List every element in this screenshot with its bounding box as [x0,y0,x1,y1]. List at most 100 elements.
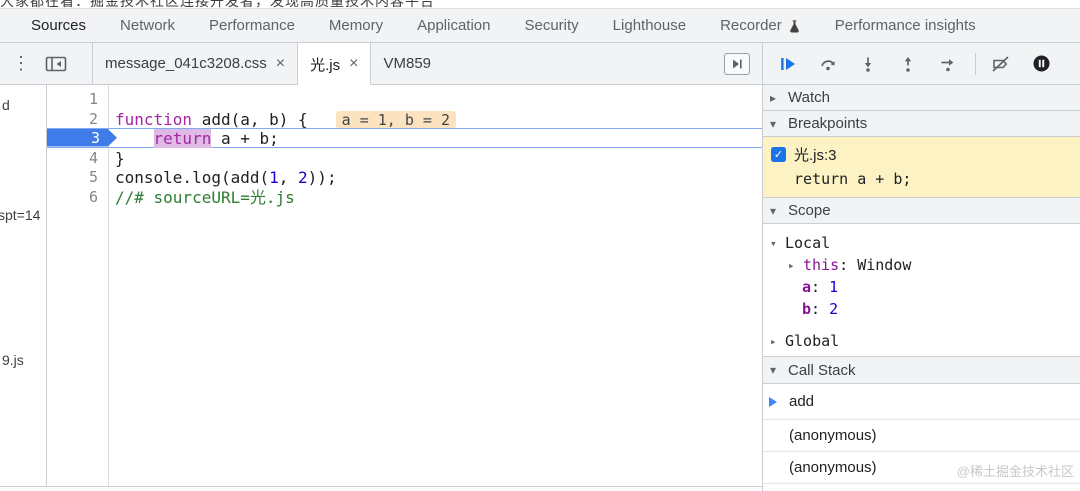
editor-bottom-border [0,486,762,487]
step-over-button[interactable] [819,55,837,73]
callstack-frame-anonymous-1[interactable]: (anonymous) [763,420,1080,452]
scope-global-row[interactable]: ▸ Global [763,330,1080,352]
flask-icon [788,19,801,33]
code-token: )); [308,168,337,187]
code-line-1[interactable]: 1 [47,90,762,110]
property-separator: : [839,256,857,274]
editor-tab-js-file[interactable]: 光.js × [297,43,371,85]
devtools-panel-tabbar: Sources Network Performance Memory Appli… [0,8,1080,43]
number-token: 1 [269,168,279,187]
step-into-button[interactable] [859,55,877,73]
tab-application-label: Application [417,17,490,34]
editor-tab-css-file[interactable]: message_041c3208.css × [92,43,297,84]
close-icon[interactable]: × [349,56,358,72]
more-tabs-button[interactable] [724,53,750,75]
scope-tree: ▾ Local ▸ this: Window a: 1 b: 2 ▸ Globa… [763,224,1080,356]
keyword-token: function [115,110,192,129]
line-number[interactable]: 4 [47,149,108,169]
clipped-page-text-content: 大家都在看：掘金技术社区连接开发者，发现高质量技术内容平台 [0,0,435,8]
code-text [108,90,762,110]
scope-this-row[interactable]: ▸ this: Window [763,254,1080,276]
property-key: this [803,256,839,274]
number-token: 2 [298,168,308,187]
line-number[interactable]: 5 [47,168,108,188]
tab-recorder[interactable]: Recorder [703,9,818,42]
frame-name: (anonymous) [789,427,877,444]
chevron-down-icon: ▾ [770,237,785,250]
execution-line[interactable]: 3 return a + b; [47,128,762,148]
resume-icon [779,55,797,73]
pause-on-exceptions-icon [1032,54,1051,73]
scope-section-header[interactable]: ▾ Scope [763,197,1080,224]
editor-tab-vm-label: VM859 [383,55,431,72]
property-value: 2 [829,300,838,318]
execution-line-gutter[interactable]: 3 [47,129,117,147]
scope-local-row[interactable]: ▾ Local [763,232,1080,254]
pause-on-exceptions-button[interactable] [1032,55,1050,73]
code-line-5[interactable]: 5 console.log(add(1, 2)); [47,168,762,188]
tab-performance[interactable]: Performance [192,9,312,42]
editor-tabstrip: ⋮ message_041c3208.css × 光.js × VM859 [0,43,762,85]
callstack-frame-add[interactable]: add [763,384,1080,420]
code-token: add(a, b) { [192,110,308,129]
scope-section-label: Scope [788,202,831,219]
tab-performance-insights[interactable]: Performance insights [818,9,993,42]
callstack-section-header[interactable]: ▾ Call Stack [763,356,1080,384]
tab-performance-insights-label: Performance insights [835,17,976,34]
scope-a-row: a: 1 [763,276,1080,298]
code-line-6[interactable]: 6 //# sourceURL=光.js [47,188,762,208]
code-text: function add(a, b) {a = 1, b = 2 [108,110,762,130]
tab-network[interactable]: Network [103,9,192,42]
tab-lighthouse[interactable]: Lighthouse [596,9,703,42]
debugger-toolbar [763,43,1080,85]
chevron-right-icon: ▸ [770,335,785,348]
line-number[interactable]: 2 [47,110,108,130]
tab-security[interactable]: Security [507,9,595,42]
editor-tab-css-label: message_041c3208.css [105,55,267,72]
navigator-toggle-button[interactable] [36,43,76,84]
code-token: console.log(add( [115,168,269,187]
resume-button[interactable] [779,55,797,73]
breakpoint-checkbox[interactable]: ✓ [771,147,786,162]
chevron-right-icon: ▸ [770,91,781,105]
code-line-4[interactable]: 4 } [47,149,762,169]
navigator-item[interactable]: spt=14 [0,207,40,223]
frame-name: (anonymous) [789,459,877,476]
breakpoint-entry-row: ✓ 光.js:3 [771,144,1080,164]
scope-local-label: Local [785,234,830,252]
tab-memory-label: Memory [329,17,383,34]
debugger-sidebar: ▸ Watch ▾ Breakpoints ✓ 光.js:3 return a … [763,85,1080,491]
file-navigator-clipped: d spt=14 9.js [0,85,47,486]
tab-memory[interactable]: Memory [312,9,400,42]
breakpoints-section-header[interactable]: ▾ Breakpoints [763,111,1080,137]
code-line-2[interactable]: 2 function add(a, b) {a = 1, b = 2 [47,110,762,130]
more-options-button[interactable]: ⋮ [6,43,36,84]
breakpoint-entry[interactable]: ✓ 光.js:3 return a + b; [763,137,1080,197]
step-button[interactable] [939,55,957,73]
toolbar-divider [975,53,976,75]
step-over-icon [819,55,837,73]
deactivate-breakpoints-button[interactable] [992,55,1010,73]
line-number[interactable]: 1 [47,90,108,110]
line-number[interactable]: 6 [47,188,108,208]
step-out-icon [899,55,917,73]
callstack-frame-anonymous-2[interactable]: (anonymous) @稀土掘金技术社区 [763,452,1080,484]
property-separator: : [811,278,829,296]
chevron-right-icon: ▸ [788,259,803,272]
breakpoints-section-label: Breakpoints [788,115,867,132]
frame-name: add [789,393,814,410]
watch-section-header[interactable]: ▸ Watch [763,85,1080,111]
step-out-button[interactable] [899,55,917,73]
editor-tab-vm[interactable]: VM859 [371,43,443,84]
keyword-token-selected: return [154,129,212,148]
code-text: return a + b; [108,129,762,147]
tab-sources[interactable]: Sources [14,9,103,42]
tab-application[interactable]: Application [400,9,507,42]
navigator-item[interactable]: 9.js [2,352,24,368]
navigator-item[interactable]: d [2,97,10,113]
code-token: a + b; [211,129,278,148]
close-icon[interactable]: × [276,56,285,72]
tab-lighthouse-label: Lighthouse [613,17,686,34]
callstack-section-label: Call Stack [788,362,856,379]
kebab-icon: ⋮ [12,53,30,74]
